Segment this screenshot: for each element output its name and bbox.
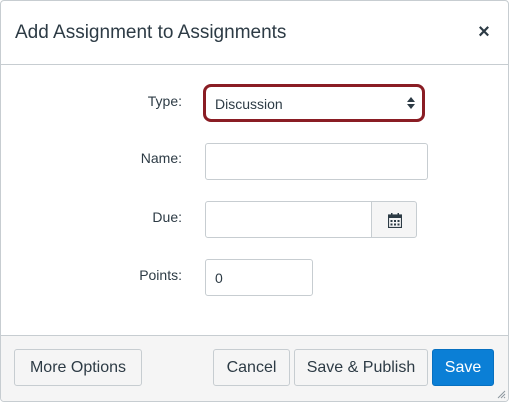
save-button[interactable]: Save [432, 349, 494, 386]
type-label: Type: [147, 93, 182, 109]
more-options-button[interactable]: More Options [14, 349, 142, 386]
add-assignment-dialog: Add Assignment to Assignments × Type: Di… [0, 0, 509, 402]
cancel-button[interactable]: Cancel [213, 349, 290, 386]
dialog-title: Add Assignment to Assignments [15, 22, 287, 43]
select-arrows-icon [407, 97, 415, 109]
dialog-footer: More Options Cancel Save & Publish Save [1, 335, 508, 401]
name-input[interactable] [205, 143, 428, 180]
dialog-header: Add Assignment to Assignments × [1, 1, 508, 65]
due-label: Due: [152, 209, 182, 225]
resize-grip-icon[interactable] [496, 389, 506, 399]
type-select[interactable]: Discussion [203, 84, 425, 122]
close-icon[interactable]: × [475, 22, 493, 42]
save-publish-button[interactable]: Save & Publish [294, 349, 428, 386]
points-input[interactable] [205, 259, 313, 296]
points-label: Points: [139, 267, 182, 283]
calendar-icon [388, 213, 402, 228]
due-date-input[interactable] [205, 201, 372, 238]
name-label: Name: [140, 150, 182, 166]
type-select-value: Discussion [215, 96, 283, 112]
calendar-button[interactable] [371, 201, 417, 238]
